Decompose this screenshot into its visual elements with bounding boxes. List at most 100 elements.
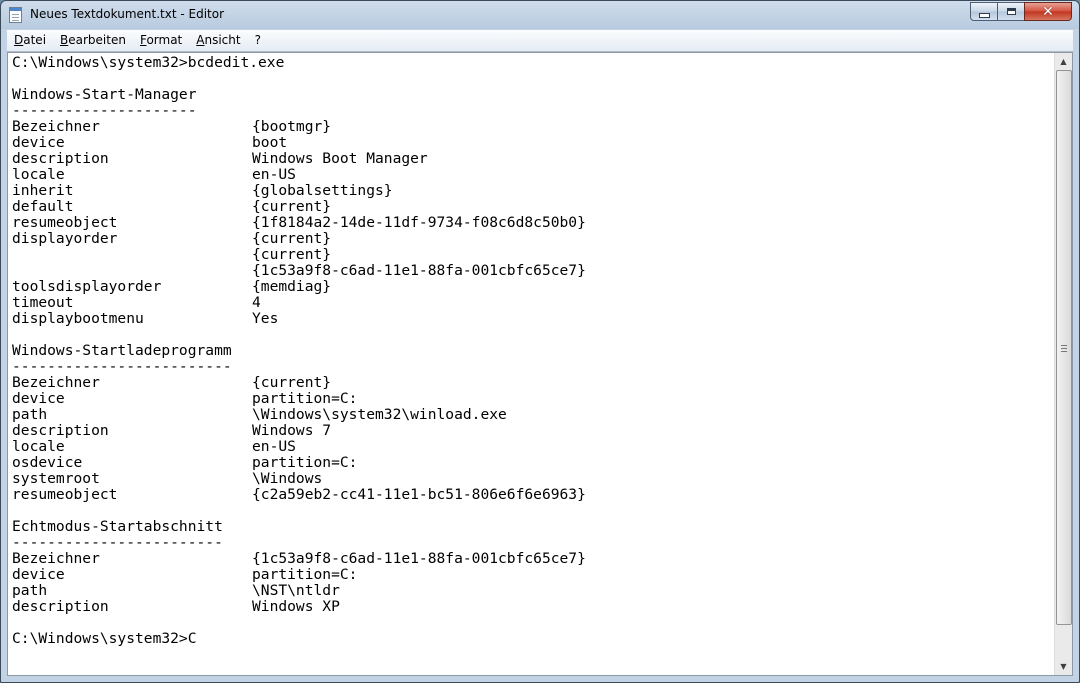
line-value: partition=C: <box>252 566 358 583</box>
text-line <box>12 503 1052 519</box>
minimize-button[interactable] <box>970 2 998 21</box>
line-value: {globalsettings} <box>252 182 393 199</box>
line-value: {c2a59eb2-cc41-11e1-bc51-806e6f6e6963} <box>252 486 586 503</box>
line-value: partition=C: <box>252 390 358 407</box>
text-line: device boot <box>12 135 1052 151</box>
line-value: {1c53a9f8-c6ad-11e1-88fa-001cbfc65ce7} <box>252 550 586 567</box>
text-line: {1c53a9f8-c6ad-11e1-88fa-001cbfc65ce7} <box>12 263 1052 279</box>
text-line: inherit {globalsettings} <box>12 183 1052 199</box>
line-key: displayorder <box>12 230 118 247</box>
line-value: {memdiag} <box>252 278 332 295</box>
title-bar[interactable]: Neues Textdokument.txt - Editor ✕ <box>1 1 1079 29</box>
text-line: displaybootmenu Yes <box>12 311 1052 327</box>
line-key: Echtmodus-Startabschnitt <box>12 518 223 535</box>
line-value: boot <box>252 134 288 151</box>
text-line: ------------------------ <box>12 535 1052 551</box>
menu-bearbeiten[interactable]: Bearbeiten <box>53 31 133 50</box>
notepad-icon[interactable] <box>9 7 22 23</box>
menu-help[interactable]: ? <box>248 31 268 50</box>
text-line: C:\Windows\system32>C <box>12 631 1052 647</box>
line-key: resumeobject <box>12 214 118 231</box>
line-value: \Windows\system32\winload.exe <box>252 406 507 423</box>
text-line: path \Windows\system32\winload.exe <box>12 407 1052 423</box>
minimize-icon <box>978 12 990 18</box>
line-value: Yes <box>252 310 279 327</box>
text-line: Bezeichner {1c53a9f8-c6ad-11e1-88fa-001cb… <box>12 551 1052 567</box>
line-key: device <box>12 390 65 407</box>
grip-icon <box>1061 345 1067 352</box>
maximize-button[interactable] <box>997 2 1025 21</box>
close-button[interactable]: ✕ <box>1024 2 1072 21</box>
line-key: systemroot <box>12 470 100 487</box>
scrollbar-thumb[interactable] <box>1056 70 1072 625</box>
close-icon: ✕ <box>1042 3 1054 20</box>
line-key: locale <box>12 438 65 455</box>
text-editor[interactable]: C:\Windows\system32>bcdedit.exe Windows-S… <box>7 52 1073 676</box>
line-value: en-US <box>252 166 296 183</box>
line-value: {current} <box>252 198 332 215</box>
menu-ansicht[interactable]: Ansicht <box>189 31 247 50</box>
text-line: ------------------------- <box>12 359 1052 375</box>
line-key: osdevice <box>12 454 83 471</box>
text-line: displayorder {current} <box>12 231 1052 247</box>
maximize-icon <box>1006 8 1016 15</box>
line-key: resumeobject <box>12 486 118 503</box>
line-value: en-US <box>252 438 296 455</box>
line-key: device <box>12 566 65 583</box>
line-value: Windows 7 <box>252 422 332 439</box>
text-line <box>12 327 1052 343</box>
line-key: toolsdisplayorder <box>12 278 162 295</box>
line-key: Bezeichner <box>12 118 100 135</box>
text-line: resumeobject {c2a59eb2-cc41-11e1-bc51-806… <box>12 487 1052 503</box>
text-line: Windows-Start-Manager <box>12 87 1052 103</box>
menu-format[interactable]: Format <box>133 31 189 50</box>
line-key: Bezeichner <box>12 374 100 391</box>
editor-text[interactable]: C:\Windows\system32>bcdedit.exe Windows-S… <box>12 55 1052 673</box>
scroll-up-icon[interactable]: ▲ <box>1055 53 1072 70</box>
text-line <box>12 615 1052 631</box>
text-line: device partition=C: <box>12 391 1052 407</box>
text-line: locale en-US <box>12 167 1052 183</box>
line-key: description <box>12 150 109 167</box>
line-key: C:\Windows\system32>C <box>12 630 197 647</box>
line-value: Windows XP <box>252 598 340 615</box>
window-title: Neues Textdokument.txt - Editor <box>30 7 225 21</box>
line-value: {current} <box>252 230 332 247</box>
text-line: locale en-US <box>12 439 1052 455</box>
text-line: Bezeichner {bootmgr} <box>12 119 1052 135</box>
text-line: C:\Windows\system32>bcdedit.exe <box>12 55 1052 71</box>
line-key: timeout <box>12 294 74 311</box>
text-line: device partition=C: <box>12 567 1052 583</box>
text-line: default {current} <box>12 199 1052 215</box>
text-line: description Windows Boot Manager <box>12 151 1052 167</box>
text-line: systemroot \Windows <box>12 471 1052 487</box>
line-key: default <box>12 198 74 215</box>
line-key: Windows-Startladeprogramm <box>12 342 232 359</box>
text-line <box>12 71 1052 87</box>
line-value: partition=C: <box>252 454 358 471</box>
scroll-down-icon[interactable]: ▼ <box>1055 658 1072 675</box>
line-value: \Windows <box>252 470 323 487</box>
line-key: ------------------------ <box>12 534 223 551</box>
text-line: {current} <box>12 247 1052 263</box>
notepad-window: Neues Textdokument.txt - Editor ✕ Datei … <box>0 0 1080 683</box>
vertical-scrollbar[interactable]: ▲ ▼ <box>1054 53 1072 675</box>
line-key: Bezeichner <box>12 550 100 567</box>
menu-bar: Datei Bearbeiten Format Ansicht ? <box>7 30 1073 52</box>
line-key: --------------------- <box>12 102 197 119</box>
line-key: C:\Windows\system32>bcdedit.exe <box>12 55 285 71</box>
text-line: --------------------- <box>12 103 1052 119</box>
text-line: description Windows XP <box>12 599 1052 615</box>
line-value: {1f8184a2-14de-11df-9734-f08c6d8c50b0} <box>252 214 586 231</box>
line-key: ------------------------- <box>12 358 232 375</box>
text-line: Bezeichner {current} <box>12 375 1052 391</box>
text-line: path \NST\ntldr <box>12 583 1052 599</box>
text-line: Windows-Startladeprogramm <box>12 343 1052 359</box>
line-key: displaybootmenu <box>12 310 144 327</box>
line-key: inherit <box>12 182 74 199</box>
line-value: {current} <box>252 374 332 391</box>
text-line: osdevice partition=C: <box>12 455 1052 471</box>
menu-datei[interactable]: Datei <box>7 31 53 50</box>
line-key: path <box>12 582 48 599</box>
line-key: description <box>12 598 109 615</box>
